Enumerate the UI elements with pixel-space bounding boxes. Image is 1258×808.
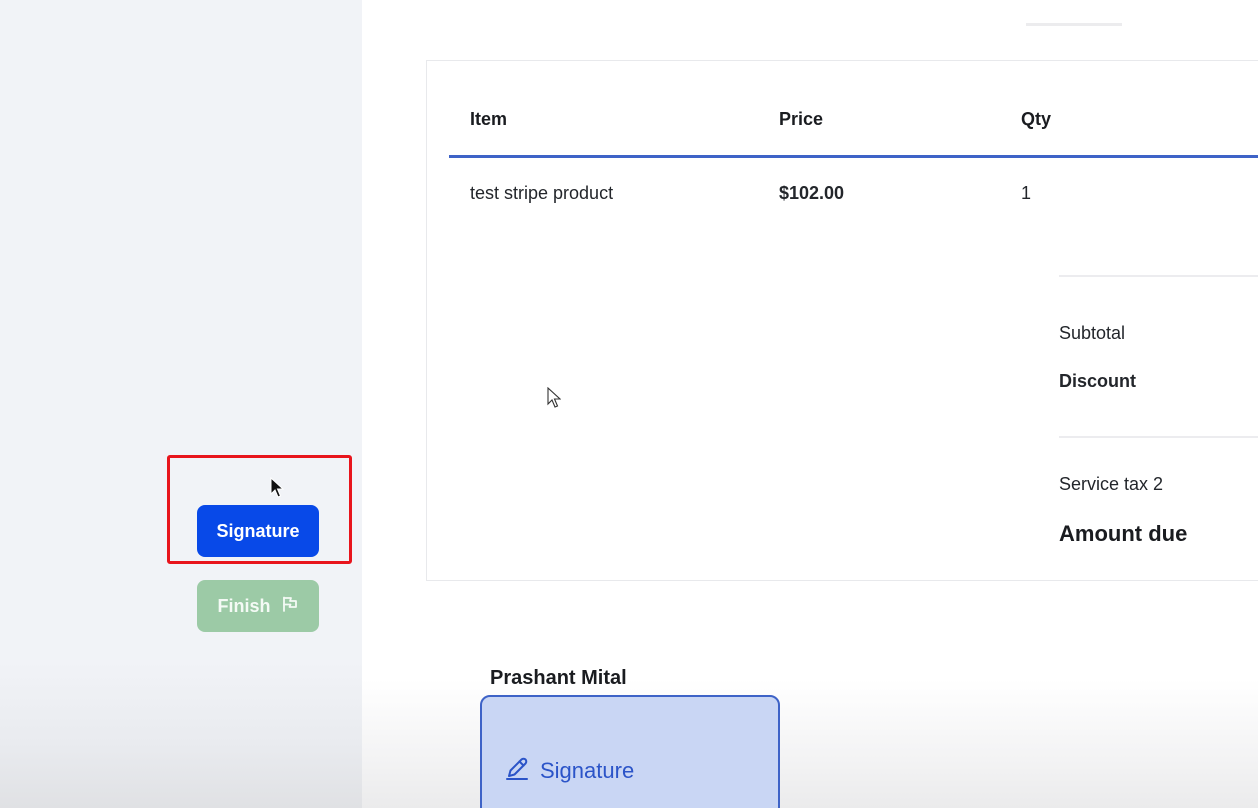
mouse-cursor-icon [270,477,284,498]
signer-name: Prashant Mital [490,667,627,689]
header-price: Price [779,109,824,129]
signature-button[interactable]: Signature [197,505,319,557]
cell-qty: 1 [1021,183,1032,203]
flag-icon [281,595,299,618]
left-panel: Signature Finish [0,0,362,808]
amount-due-label: Amount due [1059,521,1188,546]
signature-field[interactable]: Signature [480,695,780,808]
signature-button-label: Signature [216,520,300,541]
pen-icon [504,755,530,787]
cell-item: test stripe product [470,183,614,203]
summary-divider-bottom [1059,436,1258,438]
subtotal-label: Subtotal [1059,323,1126,343]
header-item: Item [470,109,508,129]
app-window: Signature Finish Item Price Qty test str… [0,0,1258,808]
signature-field-label: Signature [540,758,635,783]
finish-button-label: Finish [217,595,271,616]
document-area: Item Price Qty test stripe product $102.… [362,0,1258,808]
cell-price: $102.00 [779,183,845,203]
header-qty: Qty [1021,109,1052,129]
top-divider [1026,23,1122,26]
mouse-cursor-icon [547,387,561,408]
service-tax-label: Service tax 2 [1059,474,1164,494]
summary-divider-top [1059,275,1258,277]
finish-button[interactable]: Finish [197,580,319,632]
header-divider [449,155,1258,158]
discount-label: Discount [1059,371,1137,391]
invoice-card: Item Price Qty test stripe product $102.… [426,60,1258,581]
